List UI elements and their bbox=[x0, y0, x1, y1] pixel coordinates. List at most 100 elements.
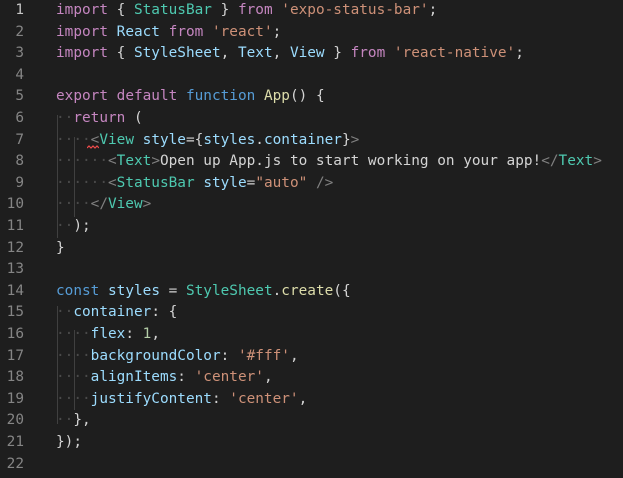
code-line[interactable]: 14 const styles = StyleSheet.create({ bbox=[0, 281, 623, 303]
line-number: 11 bbox=[6, 218, 24, 234]
code-line[interactable]: 19 ····justifyContent: 'center', bbox=[0, 389, 623, 411]
code-token: Text bbox=[558, 153, 594, 170]
code-token: () { bbox=[289, 88, 325, 105]
code-token: < bbox=[107, 174, 117, 191]
line-number: 6 bbox=[15, 110, 24, 126]
code-token: { bbox=[107, 2, 134, 18]
code-token: View bbox=[107, 196, 143, 213]
code-text: ····alignItems: 'center', bbox=[56, 367, 273, 389]
code-text: ··); bbox=[56, 216, 91, 238]
code-line[interactable]: 12} bbox=[0, 238, 623, 260]
code-text: ··return ( bbox=[56, 108, 143, 130]
code-token: : bbox=[125, 326, 143, 342]
code-token: '#fff' bbox=[237, 347, 290, 364]
code-token: styles bbox=[108, 282, 160, 299]
code-token: </ bbox=[90, 196, 108, 213]
indent-guide bbox=[74, 330, 75, 410]
line-number: 17 bbox=[6, 347, 24, 364]
code-token: ={ bbox=[185, 131, 204, 148]
code-token: 'react-native' bbox=[393, 45, 516, 62]
code-token: style bbox=[203, 174, 247, 191]
code-token: }); bbox=[56, 434, 82, 450]
line-number: 15 bbox=[6, 304, 24, 321]
code-token: export bbox=[56, 88, 108, 105]
code-line[interactable]: 20 ··}, bbox=[0, 410, 623, 432]
code-line[interactable]: 13 bbox=[0, 259, 623, 281]
code-token: function bbox=[185, 88, 256, 105]
code-text: ····</View> bbox=[56, 194, 151, 216]
code-token: , bbox=[289, 347, 299, 364]
code-text: ······<Text>Open up App.js to start work… bbox=[56, 151, 602, 173]
code-editor[interactable]: 1 import { StatusBar } from 'expo-status-… bbox=[0, 0, 623, 478]
code-token: StatusBar bbox=[133, 2, 212, 18]
code-text: import React from 'react'; bbox=[56, 22, 281, 44]
code-line[interactable]: 6 ··return ( bbox=[0, 108, 623, 130]
code-token: backgroundColor bbox=[90, 347, 221, 364]
code-line[interactable]: 3 import { StyleSheet, Text, View } from … bbox=[0, 43, 623, 65]
line-number: 10 bbox=[6, 196, 24, 213]
code-token: container bbox=[73, 304, 152, 321]
code-token: import bbox=[56, 23, 108, 40]
code-token: , bbox=[220, 45, 238, 62]
code-token: , bbox=[263, 369, 273, 386]
code-text: ····justifyContent: 'center', bbox=[56, 389, 307, 411]
code-token: . bbox=[272, 282, 282, 299]
code-text: import { StyleSheet, Text, View } from '… bbox=[56, 43, 524, 65]
code-line[interactable]: 5 export default function App() { bbox=[0, 86, 623, 108]
code-token: > bbox=[350, 131, 360, 148]
code-line[interactable]: 22 bbox=[0, 454, 623, 476]
code-token: : bbox=[211, 390, 230, 407]
line-number: 12 bbox=[6, 239, 24, 256]
code-line[interactable]: 17 ····backgroundColor: '#fff', bbox=[0, 346, 623, 368]
code-text: }); bbox=[56, 432, 82, 454]
code-token: ; bbox=[428, 2, 438, 18]
line-number: 3 bbox=[15, 45, 24, 62]
code-token: Text bbox=[237, 45, 273, 62]
error-squiggle bbox=[87, 145, 99, 149]
line-number: 21 bbox=[6, 434, 24, 450]
code-token: style bbox=[142, 131, 186, 148]
code-token: : { bbox=[151, 304, 178, 321]
code-line[interactable]: 2 import React from 'react'; bbox=[0, 22, 623, 44]
code-token: 'react' bbox=[211, 23, 273, 40]
code-token: import bbox=[56, 2, 108, 18]
code-token: StyleSheet bbox=[185, 282, 273, 299]
indent-guide bbox=[74, 137, 75, 217]
code-token: from bbox=[237, 2, 273, 18]
code-text: const styles = StyleSheet.create({ bbox=[56, 281, 351, 303]
code-token: ( bbox=[125, 110, 143, 126]
code-line[interactable]: 18 ····alignItems: 'center', bbox=[0, 367, 623, 389]
code-line[interactable]: 9 ······<StatusBar style="auto" /> bbox=[0, 173, 623, 195]
code-line[interactable]: 15 ··container: { bbox=[0, 302, 623, 324]
code-token: 'center' bbox=[229, 390, 299, 407]
code-token: ; bbox=[272, 23, 282, 40]
code-line[interactable]: 1 import { StatusBar } from 'expo-status-… bbox=[0, 0, 623, 22]
code-line[interactable]: 10 ····</View> bbox=[0, 194, 623, 216]
line-number: 9 bbox=[15, 174, 24, 191]
code-line[interactable]: 11 ··); bbox=[0, 216, 623, 238]
code-token: = bbox=[159, 282, 186, 299]
code-text: import { StatusBar } from 'expo-status-b… bbox=[56, 0, 437, 22]
code-token: flex bbox=[90, 326, 126, 342]
code-line[interactable]: 4 bbox=[0, 65, 623, 87]
code-line[interactable]: 21}); bbox=[0, 432, 623, 454]
code-token: StyleSheet bbox=[133, 45, 221, 62]
code-token: , bbox=[272, 45, 290, 62]
code-text: ····<View style={styles.container}> bbox=[56, 130, 359, 152]
code-line[interactable]: 8 ······<Text>Open up App.js to start wor… bbox=[0, 151, 623, 173]
code-text: ····flex: 1, bbox=[56, 324, 160, 346]
code-line[interactable]: 16 ····flex: 1, bbox=[0, 324, 623, 346]
code-token: justifyContent bbox=[90, 390, 212, 407]
code-token: View bbox=[289, 45, 325, 62]
code-token: ); bbox=[73, 218, 91, 234]
code-text: ··}, bbox=[56, 410, 91, 432]
code-token: , bbox=[298, 390, 308, 407]
